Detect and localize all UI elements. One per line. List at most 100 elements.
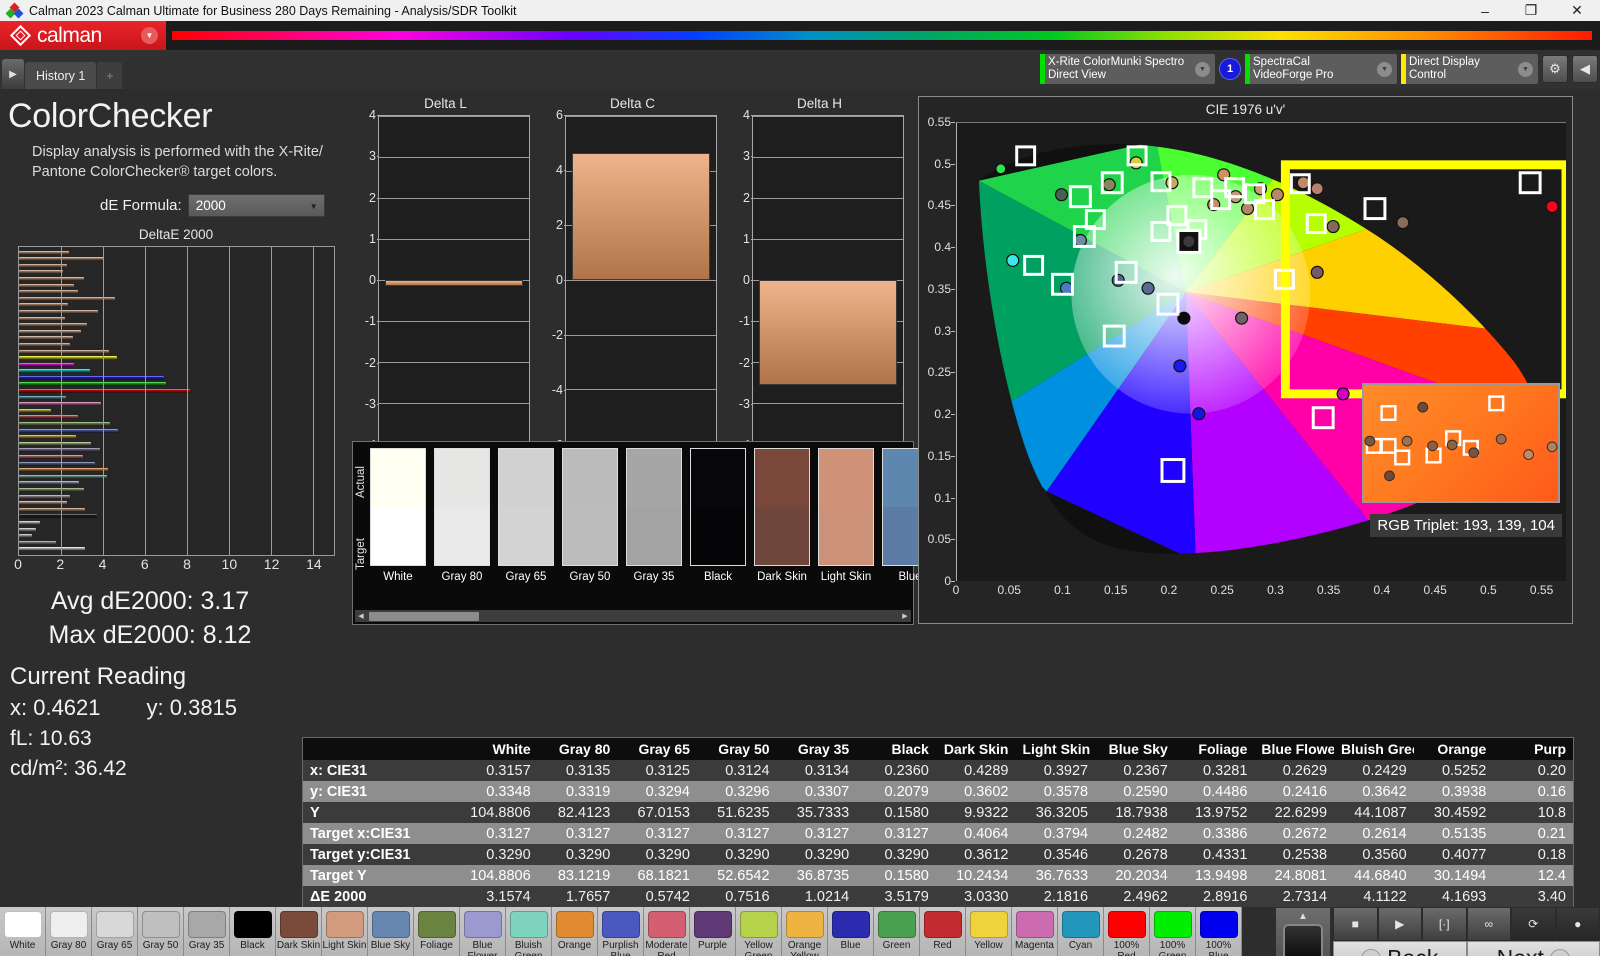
chevron-down-icon[interactable]: ▼ xyxy=(1377,62,1392,77)
table-cell: 0.3124 xyxy=(725,762,770,779)
patch-button[interactable]: Yellow Green xyxy=(736,907,782,956)
table-column-header[interactable]: White xyxy=(458,738,538,760)
stop-button[interactable]: ■ xyxy=(1333,907,1378,941)
table-cell: 0.3127 xyxy=(645,825,690,842)
table-column-header[interactable]: Black xyxy=(856,738,936,760)
swatch-cell[interactable]: Light Skin xyxy=(818,448,874,596)
table-column-header[interactable]: Purp xyxy=(1493,738,1573,760)
patch-button[interactable]: Blue Sky xyxy=(368,907,414,956)
continuous-button[interactable]: ∞ xyxy=(1466,907,1511,941)
play-button[interactable]: ▶ xyxy=(1377,907,1422,941)
display-status-stripe xyxy=(1401,54,1406,84)
patch-button[interactable]: Purple xyxy=(690,907,736,956)
swatch-horizontal-scrollbar[interactable]: ◀ ▶ xyxy=(355,610,911,622)
swatch-cell[interactable]: Gray 65 xyxy=(498,448,554,596)
tab-history-1[interactable]: History 1 xyxy=(25,62,97,89)
chevron-up-icon[interactable]: ▲ xyxy=(1298,911,1308,922)
patch-button[interactable]: 100% Green xyxy=(1150,907,1196,956)
patch-button[interactable]: Red xyxy=(920,907,966,956)
add-tab-button[interactable]: + xyxy=(97,62,123,89)
deltae-bar xyxy=(19,283,74,288)
measurement-data-table[interactable]: White Gray 80 Gray 65 Gray 50 Gray 35 Black Da… xyxy=(302,737,1574,933)
table-column-header[interactable]: Foliage xyxy=(1174,738,1255,760)
swatch-cell[interactable]: Gray 35 xyxy=(626,448,682,596)
patch-button[interactable]: Foliage xyxy=(414,907,460,956)
table-column-header[interactable]: Gray 65 xyxy=(617,738,697,760)
delta-y-tick: 3 xyxy=(369,149,381,164)
patch-button[interactable]: Blue Flower xyxy=(460,907,506,956)
swatch-target xyxy=(819,507,873,565)
meter-device-selector[interactable]: X-Rite ColorMunki Spectro Direct View ▼ xyxy=(1040,54,1215,84)
table-column-header[interactable]: Gray 80 xyxy=(537,738,618,760)
close-button[interactable]: ✕ xyxy=(1554,0,1600,21)
cie-plot-area[interactable]: RGB Triplet: 193, 139, 104 xyxy=(956,122,1571,581)
table-column-header[interactable]: Dark Skin xyxy=(935,738,1016,760)
scroll-left-icon[interactable]: ◀ xyxy=(355,612,367,620)
summary-stats: Avg dE2000: 3.17 Max dE2000: 8.12 Curren… xyxy=(0,584,300,781)
chevron-down-icon[interactable]: ▼ xyxy=(1195,62,1210,77)
back-button[interactable]: « Back xyxy=(1333,941,1467,956)
maximize-button[interactable]: ❐ xyxy=(1508,0,1554,21)
patch-button[interactable]: Gray 65 xyxy=(92,907,138,956)
patch-label: Gray 50 xyxy=(142,940,179,951)
patch-button[interactable]: 100% Blue xyxy=(1196,907,1242,956)
swatch-cell[interactable]: White xyxy=(370,448,426,596)
settings-gear-icon[interactable]: ⚙ xyxy=(1542,55,1568,83)
delta-y-tick: -3 xyxy=(364,396,382,411)
patch-button[interactable]: Cyan xyxy=(1058,907,1104,956)
cie-y-tick: 0.45 xyxy=(927,198,956,213)
patch-button[interactable]: Magenta xyxy=(1012,907,1058,956)
de-formula-select[interactable]: 2000 ▼ xyxy=(187,194,325,217)
patch-button[interactable]: Yellow xyxy=(966,907,1012,956)
patch-button[interactable]: Dark Skin xyxy=(276,907,322,956)
swatch-cell[interactable]: Dark Skin xyxy=(754,448,810,596)
record-button[interactable]: ● xyxy=(1555,907,1600,941)
patch-button[interactable]: Black xyxy=(230,907,276,956)
patch-button[interactable]: Purplish Blue xyxy=(598,907,644,956)
table-column-header[interactable]: Light Skin xyxy=(1015,738,1096,760)
patch-button[interactable]: Bluish Green xyxy=(506,907,552,956)
display-control-selector[interactable]: Direct Display Control ▼ xyxy=(1401,54,1538,84)
range-button[interactable]: [·] xyxy=(1422,907,1467,941)
swatch-cell[interactable]: Gray 80 xyxy=(434,448,490,596)
patch-button[interactable]: Orange xyxy=(552,907,598,956)
patch-button[interactable]: Moderate Red xyxy=(644,907,690,956)
delta-gridline xyxy=(753,403,903,404)
patch-button[interactable]: Light Skin xyxy=(322,907,368,956)
table-cell: 36.3205 xyxy=(1035,804,1089,821)
chevron-down-icon[interactable]: ▼ xyxy=(1518,62,1533,77)
table-row-header: ΔE 2000 xyxy=(310,888,367,905)
meter-index-badge[interactable]: 1 xyxy=(1219,58,1241,80)
patch-button[interactable]: Gray 50 xyxy=(138,907,184,956)
swatch-cell[interactable]: Gray 50 xyxy=(562,448,618,596)
chevron-down-icon[interactable]: ▼ xyxy=(141,27,158,44)
patch-button[interactable]: Orange Yellow xyxy=(782,907,828,956)
table-column-header[interactable]: Gray 50 xyxy=(696,738,777,760)
patch-button[interactable]: Blue xyxy=(828,907,874,956)
refresh-button[interactable]: ⟳ xyxy=(1511,907,1556,941)
swatch-cell[interactable]: Black xyxy=(690,448,746,596)
calman-logo-menu[interactable]: calman ▼ xyxy=(0,21,166,50)
pattern-window-button[interactable]: ▲ xyxy=(1275,907,1331,956)
table-column-header[interactable]: Bluish Green xyxy=(1334,738,1414,760)
scroll-right-icon[interactable]: ▶ xyxy=(899,612,911,620)
cie-y-tick: 0 xyxy=(944,574,955,588)
minimize-button[interactable]: – xyxy=(1462,0,1508,21)
patch-button[interactable]: Gray 35 xyxy=(184,907,230,956)
patch-button[interactable]: Gray 80 xyxy=(46,907,92,956)
patch-button[interactable]: White xyxy=(0,907,46,956)
scroll-thumb[interactable] xyxy=(369,611,479,621)
table-column-header[interactable]: Blue Sky xyxy=(1095,738,1175,760)
table-cell: 0.3134 xyxy=(804,762,850,779)
table-column-header[interactable]: Orange xyxy=(1413,738,1494,760)
patch-button[interactable]: 100% Red xyxy=(1104,907,1150,956)
deltae-x-tick: 4 xyxy=(98,556,107,572)
collapse-panel-icon[interactable]: ◀ xyxy=(1572,55,1598,83)
session-play-icon[interactable]: ▶ xyxy=(2,59,24,89)
table-cell: 20.2034 xyxy=(1115,867,1168,884)
table-column-header[interactable]: Gray 35 xyxy=(776,738,857,760)
table-column-header[interactable]: Blue Flower xyxy=(1254,738,1335,760)
source-device-selector[interactable]: SpectraCal VideoForge Pro ▼ xyxy=(1245,54,1397,84)
next-button[interactable]: Next » xyxy=(1466,941,1600,956)
patch-button[interactable]: Green xyxy=(874,907,920,956)
